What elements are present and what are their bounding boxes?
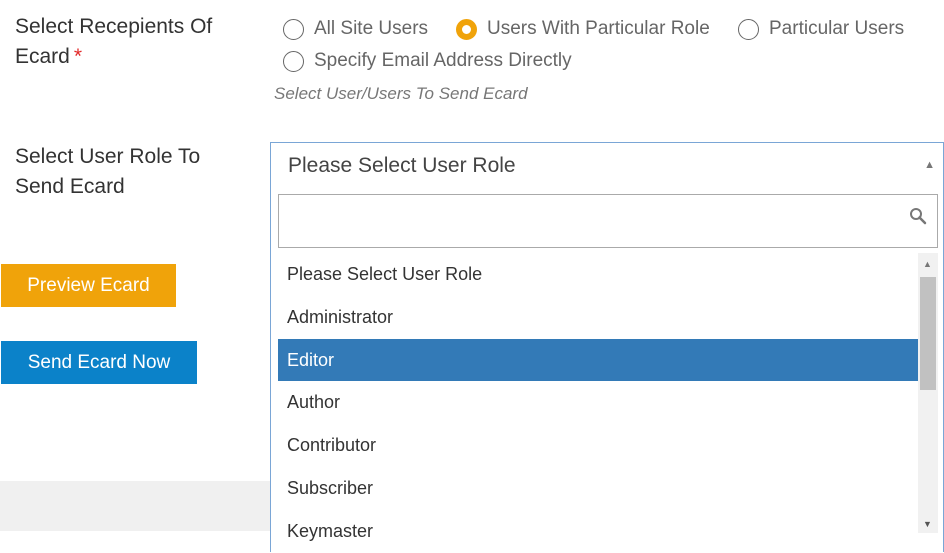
radio-circle-checked[interactable] — [456, 18, 477, 40]
role-option[interactable]: Administrator — [278, 296, 918, 339]
triangle-down-icon[interactable]: ▼ — [923, 519, 932, 529]
role-select[interactable]: Please Select User Role ▲ Please Select … — [270, 142, 944, 552]
caret-up-icon: ▲ — [924, 159, 935, 171]
recipients-label-text: Select Recepients Of Ecard — [15, 15, 213, 68]
radio-circle[interactable] — [283, 18, 304, 40]
triangle-up-icon[interactable]: ▲ — [923, 259, 932, 269]
required-mark: * — [73, 45, 83, 68]
radio-particular-users[interactable]: Particular Users — [738, 14, 904, 44]
role-option[interactable]: Keymaster — [278, 510, 918, 553]
role-select-head[interactable]: Please Select User Role ▲ — [271, 143, 943, 191]
role-options-list: Please Select User Role Administrator Ed… — [278, 253, 918, 553]
send-ecard-button[interactable]: Send Ecard Now — [1, 341, 197, 384]
search-icon — [910, 208, 927, 225]
radio-circle[interactable] — [283, 50, 304, 72]
role-label: Select User Role To Send Ecard — [15, 145, 201, 198]
recipients-label: Select Recepients Of Ecard * — [15, 12, 255, 72]
radio-specify-email[interactable]: Specify Email Address Directly — [283, 46, 572, 76]
radio-users-with-role[interactable]: Users With Particular Role — [456, 14, 710, 44]
radio-label: Specify Email Address Directly — [314, 50, 572, 71]
preview-ecard-button[interactable]: Preview Ecard — [1, 264, 176, 307]
role-select-value: Please Select User Role — [288, 154, 516, 177]
radio-label: Users With Particular Role — [487, 18, 710, 39]
role-option[interactable]: Subscriber — [278, 467, 918, 510]
scrollbar-thumb[interactable] — [920, 277, 936, 390]
recipients-helper-text: Select User/Users To Send Ecard — [274, 84, 528, 103]
role-search-input[interactable] — [278, 194, 938, 248]
role-option[interactable]: Contributor — [278, 424, 918, 467]
radio-circle[interactable] — [738, 18, 759, 40]
role-option-highlighted[interactable]: Editor — [278, 338, 918, 382]
radio-all-site-users[interactable]: All Site Users — [283, 14, 428, 44]
radio-label: Particular Users — [769, 18, 905, 39]
role-options-scrollbar[interactable]: ▲ ▼ — [918, 253, 938, 533]
role-option[interactable]: Please Select User Role — [278, 253, 918, 296]
radio-label: All Site Users — [314, 18, 429, 39]
role-option[interactable]: Author — [278, 381, 918, 424]
